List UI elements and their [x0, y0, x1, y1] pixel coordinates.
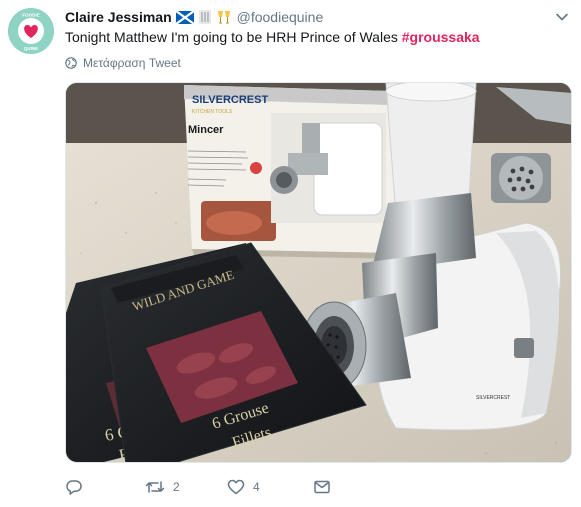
like-button[interactable]: 4 [227, 478, 313, 496]
box-brand-text: SILVERCREST [192, 94, 268, 106]
tweet-header: Claire Jessiman @foodiequine [65, 8, 323, 26]
retweet-icon [145, 481, 165, 493]
tweet-actions: 2 4 [65, 476, 331, 498]
reply-button[interactable] [65, 478, 145, 496]
handle[interactable]: @foodiequine [237, 9, 324, 25]
svg-text:SILVERCREST: SILVERCREST [476, 395, 510, 401]
translate-label: Μετάφραση Tweet [83, 56, 181, 70]
cheers-icon [216, 9, 232, 25]
svg-text:FOODIE: FOODIE [22, 13, 39, 18]
translate-tweet-link[interactable]: Μετάφραση Tweet [65, 56, 181, 70]
utensils-icon [198, 9, 212, 25]
like-count: 4 [253, 480, 260, 494]
retweet-count: 2 [173, 480, 180, 494]
box-subtitle-text: KITCHEN TOOLS [192, 109, 233, 115]
hashtag-link[interactable]: #groussaka [402, 29, 480, 45]
display-name[interactable]: Claire Jessiman [65, 9, 172, 25]
scotland-flag-icon [175, 10, 194, 24]
heart-icon [227, 479, 245, 495]
box-product-text: Mincer [188, 124, 224, 136]
foodiequine-logo: FOODIE QUINE [8, 8, 54, 54]
svg-text:QUINE: QUINE [24, 46, 38, 51]
chevron-down-icon[interactable] [555, 10, 569, 24]
tweet-text: Tonight Matthew I'm going to be HRH Prin… [65, 29, 480, 45]
tweet-photo[interactable]: SILVERCREST KITCHEN TOOLS Mincer SILVERC… [65, 82, 572, 463]
mincer-box: SILVERCREST KITCHEN TOOLS Mincer [184, 85, 398, 259]
globe-icon [65, 57, 77, 69]
envelope-icon [314, 480, 330, 494]
tweet-text-plain: Tonight Matthew I'm going to be HRH Prin… [65, 29, 402, 45]
tweet: FOODIE QUINE Claire Jessiman @foodiequin… [0, 0, 581, 507]
retweet-button[interactable]: 2 [145, 478, 227, 496]
avatar[interactable]: FOODIE QUINE [8, 8, 54, 54]
reply-icon [66, 480, 82, 495]
direct-message-button[interactable] [313, 478, 331, 496]
photo-mincer-and-grouse: SILVERCREST KITCHEN TOOLS Mincer SILVERC… [66, 83, 571, 462]
